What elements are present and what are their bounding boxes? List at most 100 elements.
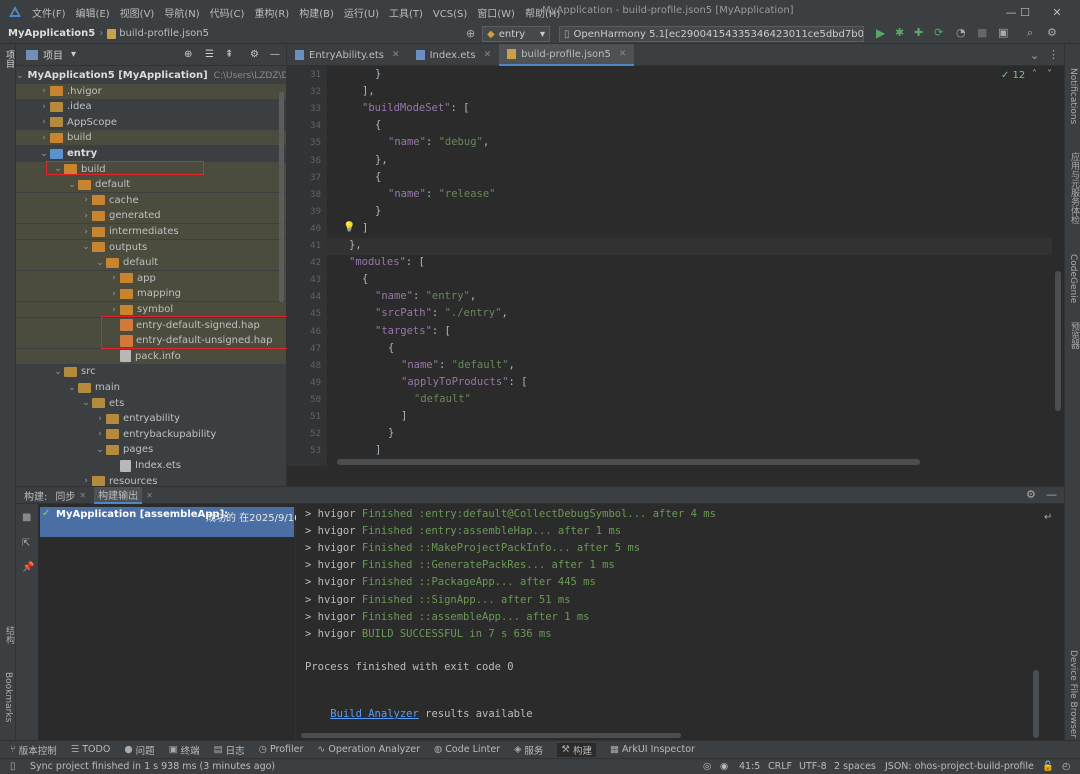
gear-icon[interactable]: ⚙ — [1026, 488, 1036, 501]
tree-item[interactable]: › entryability — [16, 411, 286, 426]
chevron-right-icon[interactable]: › — [38, 133, 50, 143]
tool-window-button[interactable]: ⚒ 构建 — [557, 742, 596, 757]
breadcrumb-file[interactable]: build-profile.json5 — [119, 28, 209, 39]
chevron-right-icon[interactable]: › — [80, 211, 92, 221]
tree-item[interactable]: › AppScope — [16, 115, 286, 130]
indent-setting[interactable]: 2 spaces — [834, 761, 876, 772]
tree-item[interactable]: › mapping — [16, 286, 286, 302]
debug-icon[interactable]: ✱ — [895, 26, 904, 39]
menu-item[interactable]: 文件(F) — [32, 9, 66, 20]
locate-icon[interactable]: ⊕ — [184, 49, 192, 60]
tree-item[interactable]: ⌄ outputs — [16, 239, 286, 255]
gear-icon[interactable]: ⚙ — [250, 49, 259, 60]
device-dropdown[interactable]: ▯ OpenHarmony 5.1[ec290041543353464230​1… — [559, 26, 864, 42]
tool-window-button[interactable]: ☰ TODO — [71, 744, 111, 755]
chevron-right-icon[interactable]: › — [80, 476, 92, 486]
code-editor[interactable]: 31 32 33 34 35 36 37 38 39 40 41 42 43 44 45 46 47 48 49 50… — [287, 66, 1064, 486]
more-icon[interactable]: ⋮ — [1048, 48, 1059, 61]
close-icon[interactable]: ✕ — [79, 491, 86, 500]
pin-icon[interactable]: 📌 — [22, 562, 34, 573]
close-button[interactable]: ✕ — [1034, 0, 1080, 24]
tool-window-button[interactable]: ⑂ 版本控制 — [10, 743, 57, 757]
close-icon[interactable]: ✕ — [484, 50, 492, 60]
json-schema[interactable]: JSON: ohos-project-build-profile — [885, 761, 1034, 772]
menu-item[interactable]: 构建(B) — [299, 9, 334, 20]
tree-item[interactable]: › cache — [16, 192, 286, 208]
device-file-browser-tool-button[interactable]: Device File Browser — [1068, 650, 1078, 738]
chevron-right-icon[interactable]: › — [108, 289, 120, 299]
lightbulb-icon[interactable]: 💡 — [343, 222, 355, 233]
build-entry-row[interactable]: ✓ MyApplication [assembleApp]: 成功的 在2025… — [40, 507, 300, 537]
settings-icon[interactable]: ⚙ — [1047, 26, 1057, 39]
tool-window-button[interactable]: ◈ 服务 — [514, 743, 543, 757]
project-tool-button[interactable]: 项目 — [3, 50, 16, 68]
chevron-down-icon[interactable]: ⌄ — [94, 445, 106, 455]
chevron-down-icon[interactable]: ⌄ — [80, 242, 92, 252]
menu-item[interactable]: 视图(V) — [120, 9, 155, 20]
caret-position[interactable]: 41:5 — [739, 761, 760, 772]
chevron-right-icon[interactable]: › — [38, 117, 50, 127]
tool-window-button[interactable]: ▦ ArkUI Inspector — [610, 744, 695, 755]
profile-icon[interactable]: ◔ — [956, 26, 966, 39]
hide-panel-icon[interactable]: — — [270, 49, 280, 60]
chevron-down-icon[interactable]: ⌄ — [66, 383, 78, 393]
chevron-up-icon[interactable]: ˄ — [1032, 69, 1037, 80]
expand-all-icon[interactable]: ☰ — [205, 49, 214, 60]
chevron-down-icon[interactable]: ⌄ — [94, 258, 106, 268]
chevron-right-icon[interactable]: › — [94, 429, 106, 439]
attach-icon[interactable]: ✚ — [914, 26, 923, 39]
editor-horizontal-scrollbar[interactable] — [337, 459, 920, 465]
lock-icon[interactable]: 🔓 — [1042, 761, 1054, 772]
chevron-down-icon[interactable]: ⌄ — [80, 398, 92, 408]
tree-item[interactable]: ⌄ pages — [16, 442, 286, 457]
status-message[interactable]: Sync project finished in 1 s 938 ms (3 m… — [30, 761, 275, 772]
open-external-icon[interactable]: ⇱ — [22, 538, 30, 549]
editor-tab[interactable]: EntryAbility.ets ✕ — [287, 44, 408, 66]
editor-vertical-scrollbar[interactable] — [1055, 271, 1061, 411]
tree-item[interactable]: ⌄ entry — [16, 146, 286, 161]
notifications-tool-button[interactable]: Notifications — [1068, 68, 1078, 124]
menu-item[interactable]: 编辑(E) — [76, 9, 110, 20]
menu-item[interactable]: VCS(S) — [433, 9, 467, 20]
run-icon[interactable]: ▶ — [876, 26, 885, 40]
tree-scrollbar[interactable] — [279, 92, 284, 302]
tool-window-button[interactable]: ● 问题 — [124, 743, 154, 757]
tree-item[interactable]: › build — [16, 130, 286, 146]
stop-icon[interactable]: ■ — [977, 26, 987, 39]
codegenie-tool-button[interactable]: CodeGenie — [1068, 254, 1078, 303]
collapse-all-icon[interactable]: ⇞ — [225, 49, 233, 60]
tool-window-button[interactable]: ◍ Code Linter — [434, 744, 500, 755]
tree-item[interactable]: ⌄ MyApplication5 [MyApplication] C:\Users\… — [16, 68, 286, 83]
tree-item[interactable]: › intermediates — [16, 224, 286, 239]
chevron-down-icon[interactable]: ▾ — [71, 49, 76, 60]
inspection-icon[interactable]: ◉ — [720, 761, 728, 772]
reload-icon[interactable]: ⟳ — [934, 26, 943, 39]
bookmarks-tool-button[interactable]: Bookmarks — [3, 672, 13, 722]
editor-tab[interactable]: Index.ets ✕ — [408, 44, 500, 66]
inspection-status[interactable]: ✓ 12 — [1001, 70, 1025, 81]
tree-item[interactable]: › app — [16, 270, 286, 286]
memory-icon[interactable]: ◎ — [703, 761, 711, 772]
tree-item[interactable]: pack.info — [16, 348, 286, 364]
chevron-down-icon[interactable]: ⌄ — [16, 71, 24, 81]
tree-item[interactable]: › .hvigor — [16, 83, 286, 99]
tree-item[interactable]: › entrybackupability — [16, 427, 286, 442]
status-toggle-icon[interactable]: ▯ — [10, 761, 16, 772]
chevron-right-icon[interactable]: › — [38, 86, 50, 96]
build-analyzer-link[interactable]: Build Analyzer — [330, 708, 419, 720]
tree-item[interactable]: › resources — [16, 474, 286, 486]
tree-item[interactable]: › .idea — [16, 99, 286, 114]
module-dropdown[interactable]: ◆ entry ▾ — [482, 26, 550, 42]
line-separator[interactable]: CRLF — [768, 761, 792, 772]
project-panel-title[interactable]: 项目 — [43, 47, 63, 62]
tool-window-button[interactable]: ◷ Profiler — [259, 744, 304, 755]
tool-window-button[interactable]: ∿ Operation Analyzer — [317, 744, 420, 755]
console-horizontal-scrollbar[interactable] — [301, 733, 681, 738]
menu-item[interactable]: 工具(T) — [389, 9, 423, 20]
tool-window-button[interactable]: ▤ 日志 — [214, 743, 245, 757]
tree-item[interactable]: ⌄ default — [16, 177, 286, 193]
menu-item[interactable]: 窗口(W) — [477, 9, 515, 20]
tree-item[interactable]: › symbol — [16, 302, 286, 317]
chevron-down-icon[interactable]: ˅ — [1047, 69, 1052, 80]
tree-item[interactable]: ⌄ src — [16, 364, 286, 379]
